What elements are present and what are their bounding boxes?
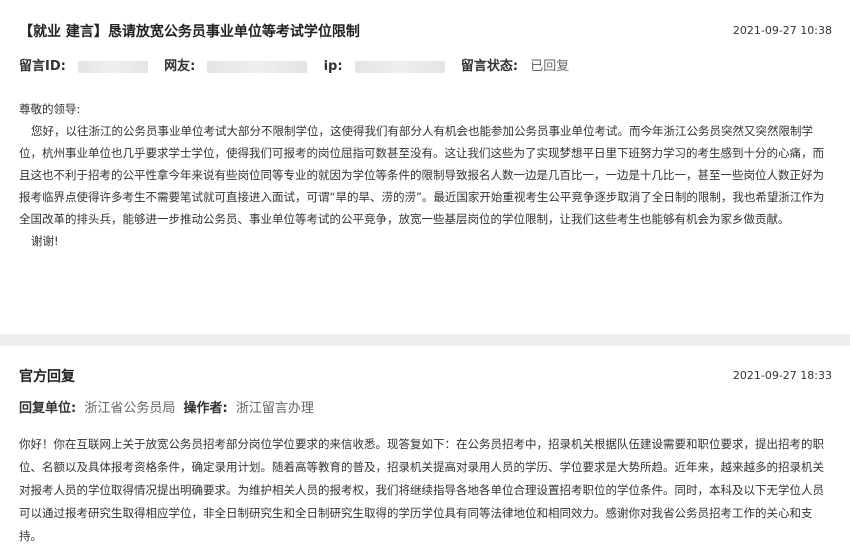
message-closing: 谢谢!: [31, 234, 59, 248]
ip-redacted: [354, 60, 445, 73]
reply-operator-value: 浙江留言办理: [235, 401, 314, 416]
user-redacted: [207, 60, 308, 73]
message-body: 尊敬的领导: 您好，以往浙江的公务员事业单位考试大部分不限制学位，这使得我们有部…: [19, 98, 831, 252]
reply-time: 2021-09-27 18:33: [732, 369, 832, 382]
message-content: 您好，以往浙江的公务员事业单位考试大部分不限制学位，这使得我们有部分人有机会也能…: [19, 124, 825, 226]
message-id-redacted: [77, 60, 148, 73]
message-greeting: 尊敬的领导:: [19, 102, 81, 116]
reply-content: 你好！你在互联网上关于放宽公务员招考部分岗位学位要求的来信收悉。现答复如下：在公…: [19, 437, 824, 543]
message-time: 2021-09-27 10:38: [732, 24, 832, 37]
reply-title: 官方回复: [19, 369, 75, 385]
message-title: 【就业 建言】恳请放宽公务员事业单位等考试学位限制: [19, 24, 360, 40]
reply-header: 官方回复 2021-09-27 18:33: [19, 366, 832, 388]
message-id-label: 留言ID:: [19, 59, 66, 74]
reply-unit-value: 浙江省公务员局: [84, 401, 176, 416]
message-header: 【就业 建言】恳请放宽公务员事业单位等考试学位限制 2021-09-27 10:…: [19, 21, 832, 43]
reply-unit-label: 回复单位:: [19, 401, 77, 416]
message-meta: 留言ID: 网友: ip: 留言状态: 已回复: [19, 55, 569, 75]
ip-label: ip:: [323, 59, 343, 74]
reply-meta: 回复单位: 浙江省公务员局 操作者: 浙江留言办理: [19, 397, 314, 416]
status-label: 留言状态:: [460, 59, 519, 74]
user-label: 网友:: [164, 59, 196, 74]
status-value: 已回复: [530, 59, 570, 74]
reply-operator-label: 操作者:: [183, 401, 228, 416]
reply-card: 官方回复 2021-09-27 18:33 回复单位: 浙江省公务员局 操作者:…: [0, 346, 850, 543]
message-card: 【就业 建言】恳请放宽公务员事业单位等考试学位限制 2021-09-27 10:…: [0, 0, 850, 334]
section-divider: [0, 334, 850, 346]
